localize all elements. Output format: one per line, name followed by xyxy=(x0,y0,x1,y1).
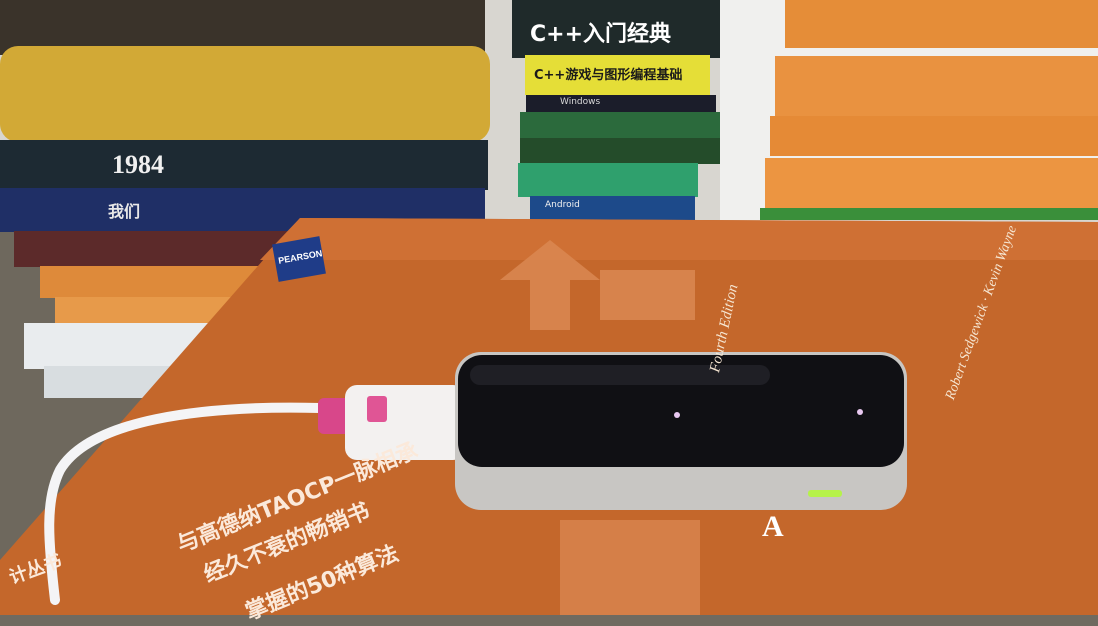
status-indicator-light xyxy=(808,490,842,497)
orange-book-1 xyxy=(785,0,1098,48)
ir-led-1 xyxy=(674,412,680,418)
leap-motion-device xyxy=(455,352,907,510)
book-title-1984: 1984 xyxy=(112,150,164,179)
book-green-1 xyxy=(520,112,720,138)
orange-book-4 xyxy=(765,158,1098,210)
front-book-top-band xyxy=(260,218,1098,260)
book-green-2 xyxy=(520,138,720,164)
book-title-cpp-games: C++游戏与图形编程基础 xyxy=(534,68,683,83)
photo-scene xyxy=(0,0,1098,615)
book-title-android: Android xyxy=(545,200,580,210)
right-book-stack xyxy=(720,0,1098,220)
book-spine-maroon xyxy=(14,231,294,267)
book-spine-1984 xyxy=(0,140,488,190)
book-windows xyxy=(526,95,716,113)
book-title-women: 我们 xyxy=(108,202,141,221)
usb-plug-tab xyxy=(367,396,387,422)
book-spine-yellow xyxy=(0,46,490,142)
green-spine-edge xyxy=(760,208,1098,220)
book-teal xyxy=(518,163,698,197)
cover-letter: A xyxy=(762,510,784,543)
light-panel-1 xyxy=(600,270,695,320)
light-panel-2 xyxy=(560,520,700,615)
orange-book-2 xyxy=(775,56,1098,118)
ir-led-2 xyxy=(857,409,863,415)
book-title-windows: Windows xyxy=(560,97,601,107)
orange-book-3 xyxy=(770,116,1098,156)
book-title-cpp-primer: C++入门经典 xyxy=(530,22,672,47)
